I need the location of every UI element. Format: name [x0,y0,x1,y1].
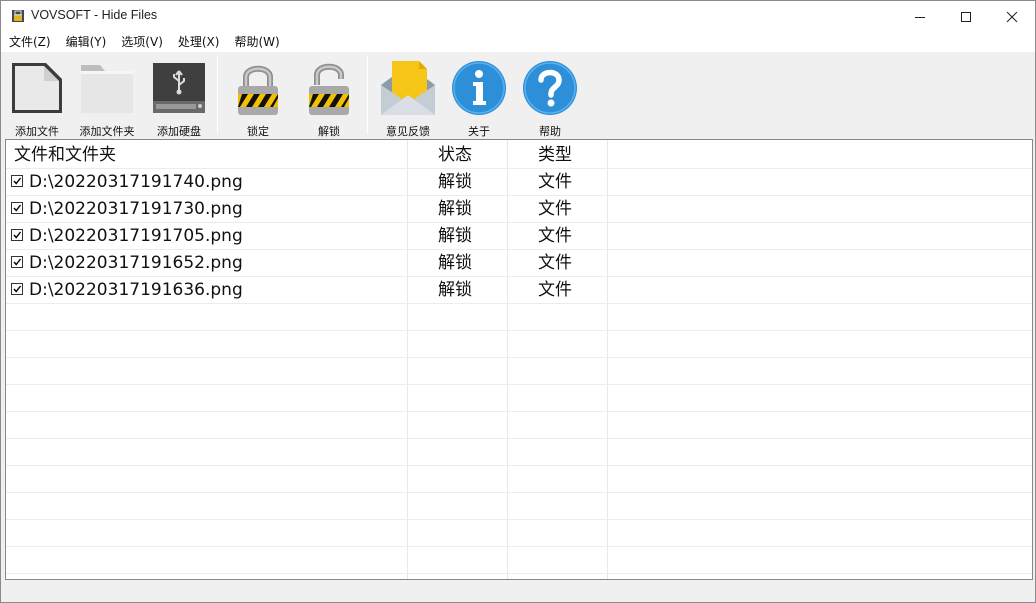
about-button[interactable]: 关于 [444,56,514,138]
cell-type: 文件 [538,226,572,246]
question-mark-icon [523,61,577,115]
padlock-unlocked-icon [309,63,349,115]
add-folder-label: 添加文件夹 [79,125,135,138]
row-checkbox[interactable] [11,175,23,187]
menu-edit[interactable]: 编辑(Y) [58,32,114,52]
row-divider [6,573,1032,574]
toolbar-separator [367,55,368,134]
checkmark-icon [13,204,22,212]
row-divider [6,384,1032,385]
cell-type: 文件 [538,172,572,192]
status-bar [1,582,1035,602]
file-icon [12,63,62,113]
row-divider [6,492,1032,493]
cell-type: 文件 [538,253,572,273]
folder-icon [81,65,133,113]
row-checkbox[interactable] [11,283,23,295]
row-divider [6,303,1032,304]
table-row[interactable]: D:\20220317191636.png 解锁 文件 [6,276,1032,303]
row-checkbox[interactable] [11,256,23,268]
add-file-button[interactable]: 添加文件 [2,56,72,138]
row-divider [6,519,1032,520]
add-drive-label: 添加硬盘 [157,125,201,138]
row-divider [6,411,1032,412]
menu-bar: 文件(Z) 编辑(Y) 选项(V) 处理(X) 帮助(W) [1,32,1035,52]
file-list[interactable]: 文件和文件夹 状态 类型 D:\20220317191740.png 解锁 文件… [5,139,1033,580]
cell-path: D:\20220317191636.png [29,280,243,300]
close-icon [1006,11,1018,22]
feedback-label: 意见反馈 [386,125,430,138]
checkmark-icon [13,231,22,239]
usb-drive-icon [153,63,205,113]
menu-process[interactable]: 处理(X) [170,32,227,52]
window-title: VOVSOFT - Hide Files [31,8,158,22]
row-divider [6,330,1032,331]
menu-help[interactable]: 帮助(W) [226,32,286,52]
toolbar-separator [217,55,218,134]
unlock-button[interactable]: 解锁 [294,56,364,138]
minimize-icon [915,16,925,18]
help-button[interactable]: 帮助 [515,56,585,138]
cell-status: 解锁 [438,226,472,246]
row-divider [6,438,1032,439]
lock-button[interactable]: 锁定 [223,56,293,138]
app-window: VOVSOFT - Hide Files 文件(Z) 编辑(Y) 选项(V) 处… [0,0,1036,603]
menu-options[interactable]: 选项(V) [113,32,170,52]
checkmark-icon [13,258,22,266]
table-row[interactable]: D:\20220317191652.png 解锁 文件 [6,249,1032,276]
add-folder-button[interactable]: 添加文件夹 [72,56,142,138]
row-divider [6,357,1032,358]
cell-status: 解锁 [438,280,472,300]
about-label: 关于 [468,125,490,138]
cell-path: D:\20220317191730.png [29,199,243,219]
cell-status: 解锁 [438,172,472,192]
minimize-button[interactable] [897,1,943,32]
row-checkbox[interactable] [11,229,23,241]
table-row[interactable]: D:\20220317191740.png 解锁 文件 [6,168,1032,195]
menu-file[interactable]: 文件(Z) [1,32,58,52]
add-drive-button[interactable]: 添加硬盘 [144,56,214,138]
row-divider [6,546,1032,547]
add-file-label: 添加文件 [15,125,59,138]
list-header: 文件和文件夹 状态 类型 [6,140,1032,168]
cell-type: 文件 [538,280,572,300]
column-header-status[interactable]: 状态 [438,140,472,168]
maximize-icon [961,11,971,22]
cell-status: 解锁 [438,199,472,219]
unlock-label: 解锁 [318,125,340,138]
checkmark-icon [13,177,22,185]
cell-path: D:\20220317191740.png [29,172,243,192]
checkmark-icon [13,285,22,293]
title-bar[interactable]: VOVSOFT - Hide Files [1,1,1035,32]
help-label: 帮助 [539,125,561,138]
feedback-button[interactable]: 意见反馈 [373,56,443,138]
cell-path: D:\20220317191652.png [29,253,243,273]
cell-type: 文件 [538,199,572,219]
cell-path: D:\20220317191705.png [29,226,243,246]
info-icon [452,61,506,115]
lock-label: 锁定 [247,125,269,138]
maximize-button[interactable] [943,1,989,32]
table-row[interactable]: D:\20220317191705.png 解锁 文件 [6,222,1032,249]
app-shield-icon [12,10,24,22]
padlock-locked-icon [238,65,278,115]
row-divider [6,465,1032,466]
cell-status: 解锁 [438,253,472,273]
column-header-type[interactable]: 类型 [538,140,572,168]
toolbar: 添加文件 添加文件夹 添加硬盘 锁定 解锁 意见反馈 关于 帮助 [1,52,1035,138]
table-row[interactable]: D:\20220317191730.png 解锁 文件 [6,195,1032,222]
close-button[interactable] [989,1,1035,32]
row-checkbox[interactable] [11,202,23,214]
column-header-name[interactable]: 文件和文件夹 [14,140,116,168]
feedback-envelope-icon [381,61,435,115]
